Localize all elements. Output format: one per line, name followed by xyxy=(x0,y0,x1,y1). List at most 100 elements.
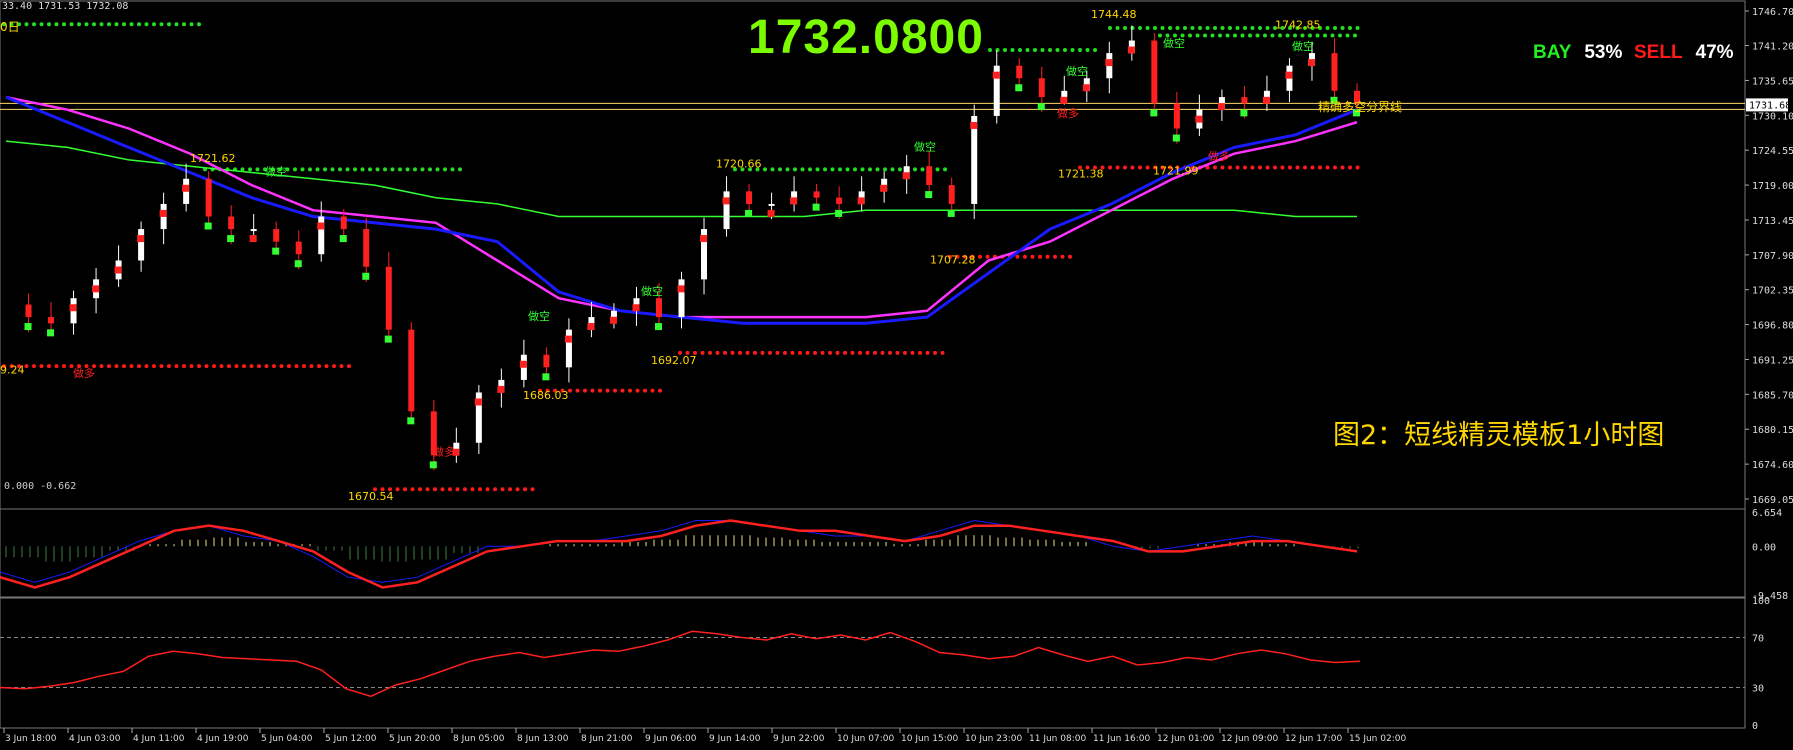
resistance-dot xyxy=(144,22,149,27)
resistance-dot xyxy=(920,167,925,172)
chart-canvas[interactable]: 1746.70 1741.20 1735.65 1730.10 1724.55 1719.… xyxy=(0,0,1793,750)
support-dot xyxy=(264,364,269,369)
price-axis-label: 1685.70 xyxy=(1752,390,1793,401)
support-dot xyxy=(1145,165,1150,170)
resistance-dot xyxy=(823,167,827,172)
candle-body xyxy=(48,317,55,324)
resistance-dot xyxy=(1048,47,1052,52)
resistance-dot xyxy=(1018,47,1022,52)
resistance-dot xyxy=(1158,33,1162,38)
resistance-dot xyxy=(1270,33,1275,38)
resistance-dot xyxy=(84,22,89,27)
support-dot xyxy=(152,364,156,369)
resistance-dot xyxy=(353,167,357,172)
resistance-dot xyxy=(1240,33,1245,38)
time-axis-label: 8 Jun 05:00 xyxy=(453,734,505,744)
support-dot xyxy=(114,364,119,369)
resistance-dot xyxy=(853,167,857,172)
trend-block xyxy=(69,304,77,312)
resistance-dot xyxy=(330,167,335,172)
resistance-dot xyxy=(1093,47,1097,52)
candle-body xyxy=(1016,65,1023,79)
trend-block xyxy=(677,285,685,293)
price-annotation: 1742.85 xyxy=(1275,19,1321,32)
resistance-dot xyxy=(1160,25,1165,30)
support-dot xyxy=(212,364,216,369)
resistance-dot xyxy=(368,167,372,172)
time-axis-label: 12 Jun 09:00 xyxy=(1221,734,1278,744)
resistance-dot xyxy=(838,167,842,172)
resistance-dot xyxy=(1123,25,1127,30)
support-dot xyxy=(635,388,640,393)
price-annotation: 1744.48 xyxy=(1091,8,1137,21)
trend-block xyxy=(159,209,167,217)
support-dot xyxy=(485,487,490,492)
price-annotation: 1707.28 xyxy=(930,254,976,267)
support-dot xyxy=(598,388,602,393)
support-dot xyxy=(903,350,907,355)
time-axis-label: 9 Jun 22:00 xyxy=(773,734,825,744)
trend-block xyxy=(407,417,415,425)
resistance-dot xyxy=(1175,25,1180,30)
support-dot xyxy=(122,364,126,369)
resistance-dot xyxy=(315,167,320,172)
resistance-dot xyxy=(1198,25,1202,30)
resistance-dot xyxy=(1003,47,1007,52)
resistance-dot xyxy=(808,167,812,172)
trend-block xyxy=(249,235,257,243)
candle-body xyxy=(138,229,145,261)
candle-body xyxy=(565,329,572,368)
resistance-dot xyxy=(92,22,96,27)
resistance-dot xyxy=(943,167,947,172)
support-dot xyxy=(568,388,572,393)
support-dot xyxy=(99,364,104,369)
resistance-dot xyxy=(1010,47,1015,52)
support-dot xyxy=(760,350,765,355)
time-axis-label: 10 Jun 15:00 xyxy=(901,734,958,744)
support-dot xyxy=(294,364,299,369)
support-dot xyxy=(918,350,922,355)
short-signal-label: 做空 xyxy=(265,165,287,179)
price-axis-label: 1696.80 xyxy=(1752,321,1793,332)
support-dot xyxy=(302,364,306,369)
resistance-dot xyxy=(159,22,164,27)
resistance-dot xyxy=(174,22,179,27)
trend-block xyxy=(970,121,978,129)
support-dot xyxy=(940,350,945,355)
candle-body xyxy=(295,241,302,255)
support-dot xyxy=(730,350,735,355)
trend-block xyxy=(204,222,212,230)
resistance-dot xyxy=(443,167,447,172)
resistance-dot xyxy=(1033,47,1037,52)
resistance-dot xyxy=(450,167,455,172)
support-dot xyxy=(1213,165,1217,170)
support-dot xyxy=(1038,254,1042,259)
resistance-dot xyxy=(1315,33,1320,38)
resistance-dot xyxy=(988,47,992,52)
macd-axis-label: 6.654 xyxy=(1752,508,1782,519)
support-dot xyxy=(1220,165,1225,170)
support-dot xyxy=(1130,165,1135,170)
support-dot xyxy=(850,350,855,355)
resistance-dot xyxy=(62,22,66,27)
price-axis-label: 1680.15 xyxy=(1752,425,1793,436)
trend-block xyxy=(1195,115,1203,123)
resistance-dot xyxy=(770,167,775,172)
support-dot xyxy=(805,350,810,355)
support-dot xyxy=(530,487,535,492)
support-dot xyxy=(1318,165,1322,170)
trend-block xyxy=(1037,103,1045,111)
support-dot xyxy=(470,487,475,492)
price-axis-label: 1719.00 xyxy=(1752,181,1793,192)
candle-body xyxy=(25,304,32,318)
resistance-dot xyxy=(323,167,327,172)
trend-block xyxy=(497,385,505,393)
resistance-dot xyxy=(860,167,865,172)
time-axis-label: 12 Jun 17:00 xyxy=(1285,734,1342,744)
trend-block xyxy=(609,316,617,324)
resistance-dot xyxy=(77,22,81,27)
short-signal-label: 做空 xyxy=(914,140,936,154)
macd-signal-line xyxy=(0,519,1358,589)
macd-readout: 0.000 -0.662 xyxy=(4,481,77,492)
resistance-dot xyxy=(815,167,820,172)
